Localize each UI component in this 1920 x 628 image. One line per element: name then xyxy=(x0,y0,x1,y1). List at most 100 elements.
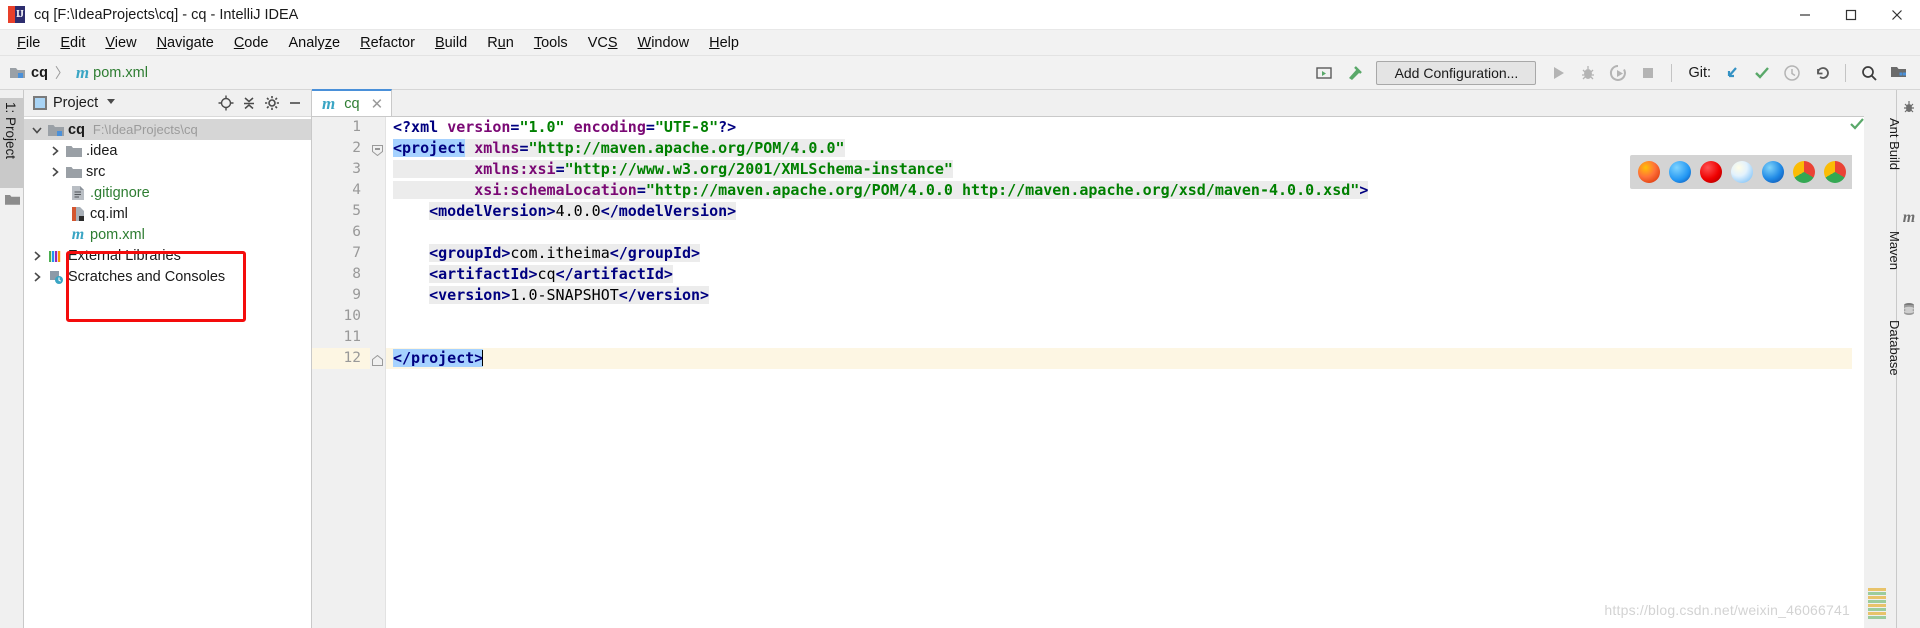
chevron-down-icon[interactable] xyxy=(28,125,46,135)
menu-run[interactable]: Run xyxy=(477,33,524,53)
inspections-ok-check[interactable] xyxy=(1850,117,1864,136)
sidebar-tab-maven[interactable]: m Maven xyxy=(1887,207,1920,271)
git-history-icon[interactable] xyxy=(1779,60,1805,86)
menu-bar: File Edit View Navigate Code Analyze Ref… xyxy=(0,30,1920,56)
tree-node-cq[interactable]: cq F:\IdeaProjects\cq xyxy=(24,119,311,140)
chevron-right-icon[interactable] xyxy=(28,271,46,282)
menu-refactor[interactable]: Refactor xyxy=(350,33,425,53)
maven-m-icon: m xyxy=(1902,209,1916,226)
git-rollback-icon[interactable] xyxy=(1809,60,1835,86)
breadcrumb-file[interactable]: pom.xml xyxy=(93,65,148,81)
folder-icon xyxy=(64,144,84,158)
fold-collapse-end-icon[interactable] xyxy=(372,353,383,366)
tree-node-src[interactable]: src xyxy=(24,161,311,182)
tree-label: .idea xyxy=(86,142,118,159)
maximize-button[interactable] xyxy=(1828,0,1874,30)
chrome-canary-icon[interactable] xyxy=(1824,161,1846,183)
project-structure-icon[interactable] xyxy=(1886,60,1912,86)
sidebar-tab-database-label: Database xyxy=(1887,320,1902,376)
libraries-icon xyxy=(46,249,66,263)
tree-node-pom-xml[interactable]: m pom.xml xyxy=(24,224,311,245)
git-update-icon[interactable] xyxy=(1719,60,1745,86)
menu-code[interactable]: Code xyxy=(224,33,279,53)
line-number: 3 xyxy=(352,161,361,177)
window-controls xyxy=(1782,0,1920,30)
menu-window[interactable]: Window xyxy=(628,33,700,53)
toolbar-right-group: Add Configuration... Git: xyxy=(1311,56,1912,90)
project-tree: cq F:\IdeaProjects\cq .idea src .gitigno… xyxy=(24,117,311,287)
tree-node-cq-iml[interactable]: cq.iml xyxy=(24,203,311,224)
line-number: 4 xyxy=(352,182,361,198)
close-icon[interactable]: ✕ xyxy=(371,95,384,113)
opera-icon[interactable] xyxy=(1700,161,1722,183)
tree-node-scratches[interactable]: Scratches and Consoles xyxy=(24,266,311,287)
git-commit-icon[interactable] xyxy=(1749,60,1775,86)
maven-m-icon: m xyxy=(75,62,90,82)
menu-view[interactable]: View xyxy=(95,33,146,53)
menu-edit[interactable]: Edit xyxy=(50,33,95,53)
menu-analyze[interactable]: Analyze xyxy=(279,33,351,53)
locate-icon[interactable] xyxy=(216,93,236,113)
search-everywhere-icon[interactable] xyxy=(1856,60,1882,86)
code-content[interactable]: <?xml version="1.0" encoding="UTF-8"?> <… xyxy=(386,117,1864,628)
sidebar-tab-ant-build-label: Ant Build xyxy=(1887,118,1902,171)
error-stripe-gutter[interactable] xyxy=(1850,117,1864,628)
chevron-right-icon[interactable] xyxy=(28,250,46,261)
sidebar-tab-ant-build[interactable]: Ant Build xyxy=(1887,96,1920,170)
editor-tab-bar: m cq ✕ xyxy=(312,89,1864,117)
add-configuration-button[interactable]: Add Configuration... xyxy=(1376,61,1537,85)
editor-tab-cq[interactable]: m cq ✕ xyxy=(312,89,393,116)
menu-vcs[interactable]: VCS xyxy=(578,33,628,53)
minimize-button[interactable] xyxy=(1782,0,1828,30)
safari-icon[interactable] xyxy=(1669,161,1691,183)
chrome-icon[interactable] xyxy=(1793,161,1815,183)
menu-navigate[interactable]: Navigate xyxy=(147,33,224,53)
close-button[interactable] xyxy=(1874,0,1920,30)
folder-icon[interactable] xyxy=(5,193,20,211)
chevron-down-icon[interactable] xyxy=(105,94,117,112)
breadcrumb: cq 〉 m pom.xml xyxy=(9,63,148,83)
firefox-icon[interactable] xyxy=(1638,161,1660,183)
breadcrumb-project[interactable]: cq xyxy=(31,65,48,81)
gitignore-file-icon xyxy=(68,185,88,201)
tree-node-gitignore[interactable]: .gitignore xyxy=(24,182,311,203)
run-with-coverage-icon[interactable] xyxy=(1605,60,1631,86)
line-number: 11 xyxy=(343,329,361,345)
chevron-right-icon[interactable] xyxy=(46,166,64,177)
tree-label: Scratches and Consoles xyxy=(68,268,226,285)
title-bar: IJ cq [F:\IdeaProjects\cq] - cq - Intell… xyxy=(0,0,1920,30)
intellij-idea-logo: IJ xyxy=(8,6,25,23)
tree-node-external-libraries[interactable]: External Libraries xyxy=(24,245,311,266)
hide-icon[interactable] xyxy=(285,93,305,113)
menu-file[interactable]: File xyxy=(7,33,50,53)
chevron-right-icon[interactable] xyxy=(46,145,64,156)
open-in-browser-popup[interactable] xyxy=(1630,155,1854,189)
sidebar-tab-maven-label: Maven xyxy=(1887,231,1902,271)
tree-label: .gitignore xyxy=(90,184,150,201)
build-hammer-icon[interactable] xyxy=(1341,60,1367,86)
code-folding-gutter xyxy=(370,117,386,628)
tree-node-idea[interactable]: .idea xyxy=(24,140,311,161)
settings-gear-icon[interactable] xyxy=(262,93,282,113)
menu-help[interactable]: Help xyxy=(699,33,749,53)
internet-explorer-icon[interactable] xyxy=(1731,161,1753,183)
code-minimap[interactable] xyxy=(1868,588,1886,628)
edge-icon[interactable] xyxy=(1762,161,1784,183)
tree-label: cq.iml xyxy=(90,205,128,222)
editor-tab-label: cq xyxy=(344,95,360,112)
line-number-gutter: 1 2 3 4 5 6 7 8 9 10 11 12 xyxy=(312,117,370,628)
collapse-all-icon[interactable] xyxy=(239,93,259,113)
sidebar-tab-project[interactable]: 1: Project xyxy=(0,98,24,188)
code-editor[interactable]: 1 2 3 4 5 6 7 8 9 10 11 12 <?xml version… xyxy=(312,117,1864,628)
sidebar-tab-database[interactable]: Database xyxy=(1887,298,1920,376)
debug-icon[interactable] xyxy=(1575,60,1601,86)
menu-build[interactable]: Build xyxy=(425,33,477,53)
line-number: 9 xyxy=(352,287,361,303)
git-label: Git: xyxy=(1688,65,1711,81)
menu-tools[interactable]: Tools xyxy=(524,33,578,53)
stop-icon[interactable] xyxy=(1635,60,1661,86)
make-project-icon[interactable] xyxy=(1311,60,1337,86)
fold-collapse-icon[interactable] xyxy=(372,143,383,157)
watermark-text: https://blog.csdn.net/weixin_46066741 xyxy=(1604,602,1850,618)
run-icon[interactable] xyxy=(1545,60,1571,86)
